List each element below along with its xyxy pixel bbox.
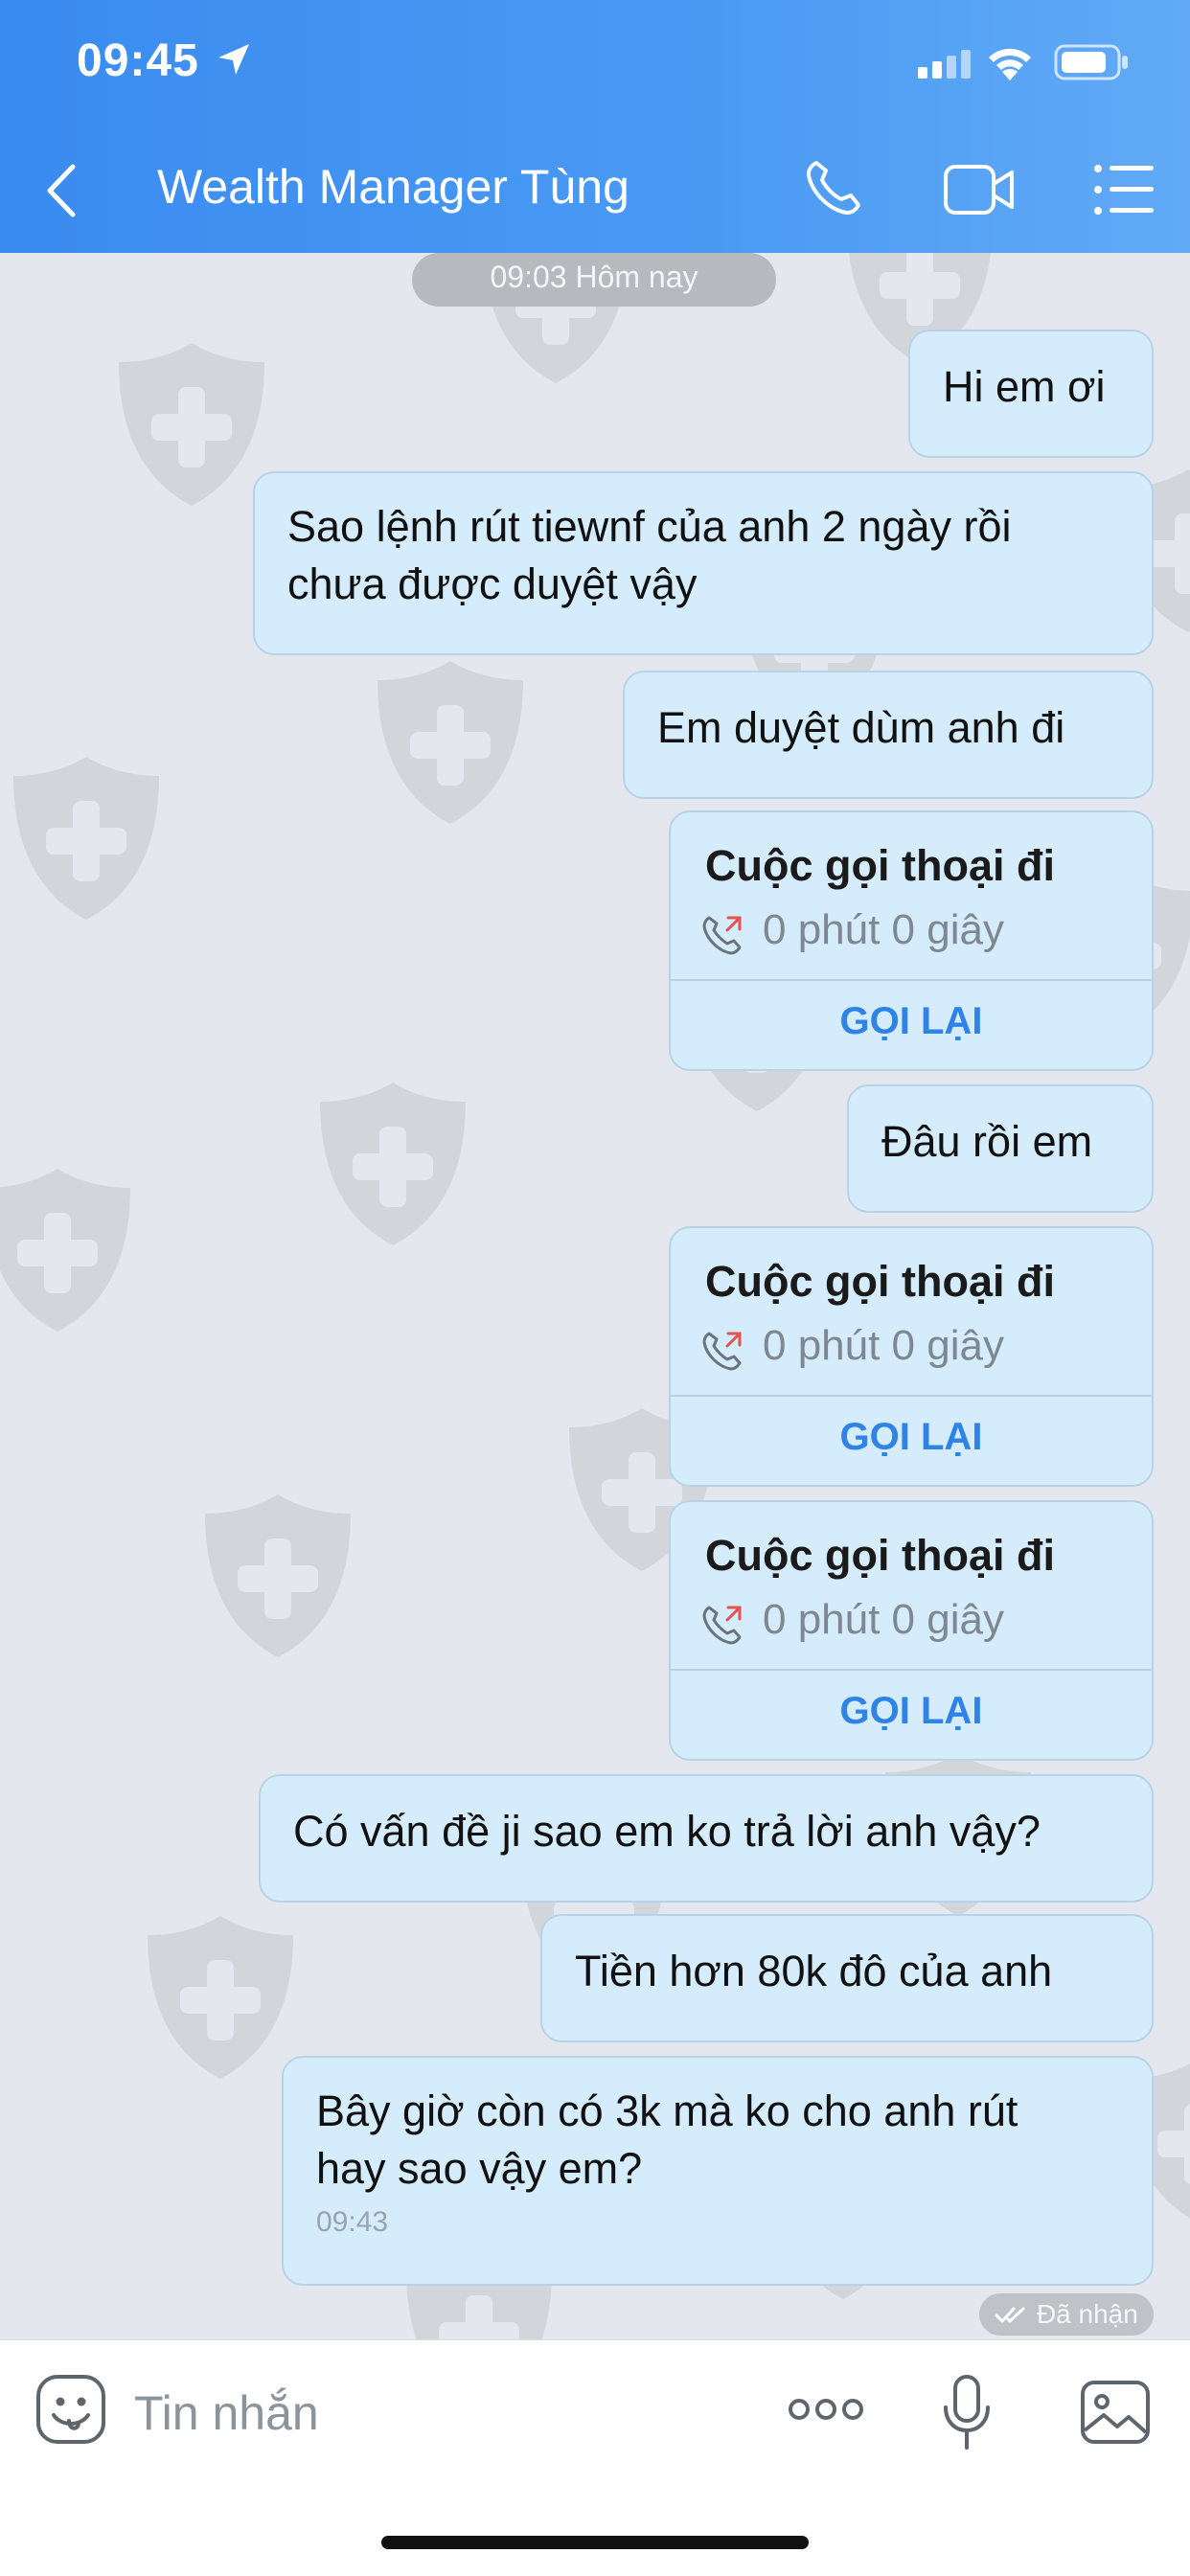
menu-icon[interactable] — [1092, 161, 1156, 218]
watermark-shield-icon — [144, 1910, 297, 2083]
message-time: 09:43 — [316, 2206, 389, 2238]
location-arrow-icon — [218, 44, 249, 75]
more-icon[interactable] — [788, 2396, 864, 2423]
call-card[interactable]: Cuộc gọi thoại đi 0 phút 0 giây GỌI LẠI — [669, 810, 1154, 1071]
message-text: Đâu rồi em — [881, 1117, 1093, 1166]
call-title: Cuộc gọi thoại đi — [705, 1531, 1055, 1580]
wifi-icon — [989, 48, 1031, 80]
watermark-shield-icon — [201, 1489, 355, 1661]
delivery-status: Đã nhận — [979, 2293, 1154, 2336]
video-icon[interactable] — [943, 163, 1016, 217]
call-again-button[interactable]: GỌI LẠI — [671, 1000, 1152, 1043]
mic-icon[interactable] — [941, 2373, 993, 2453]
message-text: Bây giờ còn có 3k mà ko cho anh rút — [316, 2086, 1018, 2135]
call-card[interactable]: Cuộc gọi thoại đi 0 phút 0 giây GỌI LẠI — [669, 1226, 1154, 1487]
outgoing-call-icon — [702, 1332, 742, 1371]
cellular-signal-icon — [918, 50, 971, 79]
conversation-title[interactable]: Wealth Manager Tùng — [157, 159, 629, 215]
phone-icon[interactable] — [803, 157, 864, 218]
call-duration: 0 phút 0 giây — [763, 1322, 1004, 1369]
message-bubble[interactable]: Em duyệt dùm anh đi — [623, 671, 1154, 799]
message-bubble[interactable]: Sao lệnh rút tiewnf của anh 2 ngày rồi c… — [253, 471, 1154, 655]
divider — [671, 1669, 1152, 1671]
call-duration: 0 phút 0 giây — [763, 906, 1004, 953]
battery-icon — [1054, 44, 1128, 80]
watermark-shield-icon — [316, 1077, 469, 1249]
outgoing-call-icon — [702, 916, 742, 955]
chat-header: 09:45 Wealth Manager Tùng — [0, 0, 1190, 253]
chat-area[interactable]: 09:03 Hôm nay Hi em ơi Sao lệnh rút tiew… — [0, 253, 1190, 2339]
call-duration: 0 phút 0 giây — [763, 1596, 1004, 1643]
message-text: Hi em ơi — [943, 362, 1106, 411]
delivery-status-label: Đã nhận — [1036, 2299, 1138, 2329]
watermark-shield-icon — [0, 1163, 134, 1335]
home-indicator — [381, 2536, 809, 2549]
watermark-shield-icon — [10, 751, 163, 923]
message-input[interactable] — [134, 2377, 747, 2450]
message-bubble[interactable]: Tiền hơn 80k đô của anh — [540, 1914, 1154, 2042]
call-title: Cuộc gọi thoại đi — [705, 841, 1055, 890]
divider — [671, 979, 1152, 981]
status-time: 09:45 — [77, 35, 199, 86]
divider — [671, 1395, 1152, 1397]
message-bubble[interactable]: Bây giờ còn có 3k mà ko cho anh rút hay … — [282, 2056, 1154, 2286]
call-again-button[interactable]: GỌI LẠI — [671, 1416, 1152, 1459]
sticker-icon[interactable] — [34, 2373, 107, 2446]
composer — [0, 2339, 1190, 2576]
call-title: Cuộc gọi thoại đi — [705, 1257, 1055, 1306]
call-card[interactable]: Cuộc gọi thoại đi 0 phút 0 giây GỌI LẠI — [669, 1500, 1154, 1761]
message-text: Em duyệt dùm anh đi — [657, 703, 1065, 752]
watermark-shield-icon — [374, 655, 527, 828]
message-bubble[interactable]: Hi em ơi — [908, 330, 1154, 458]
back-icon[interactable] — [38, 159, 86, 222]
message-text: Tiền hơn 80k đô của anh — [575, 1947, 1053, 1995]
message-text: Sao lệnh rút tiewnf của anh 2 ngày rồi — [287, 502, 1012, 551]
image-icon[interactable] — [1079, 2379, 1152, 2446]
message-text: hay sao vậy em? — [316, 2144, 643, 2193]
message-bubble[interactable]: Đâu rồi em — [847, 1084, 1154, 1213]
watermark-shield-icon — [115, 337, 268, 510]
call-again-button[interactable]: GỌI LẠI — [671, 1690, 1152, 1733]
message-bubble[interactable]: Có vấn đề ji sao em ko trả lời anh vậy? — [259, 1774, 1154, 1903]
outgoing-call-icon — [702, 1606, 742, 1645]
date-divider: 09:03 Hôm nay — [412, 253, 776, 307]
message-text: Có vấn đề ji sao em ko trả lời anh vậy? — [293, 1807, 1041, 1856]
message-text: chưa được duyệt vậy — [287, 559, 698, 608]
double-check-icon — [995, 2307, 1025, 2323]
